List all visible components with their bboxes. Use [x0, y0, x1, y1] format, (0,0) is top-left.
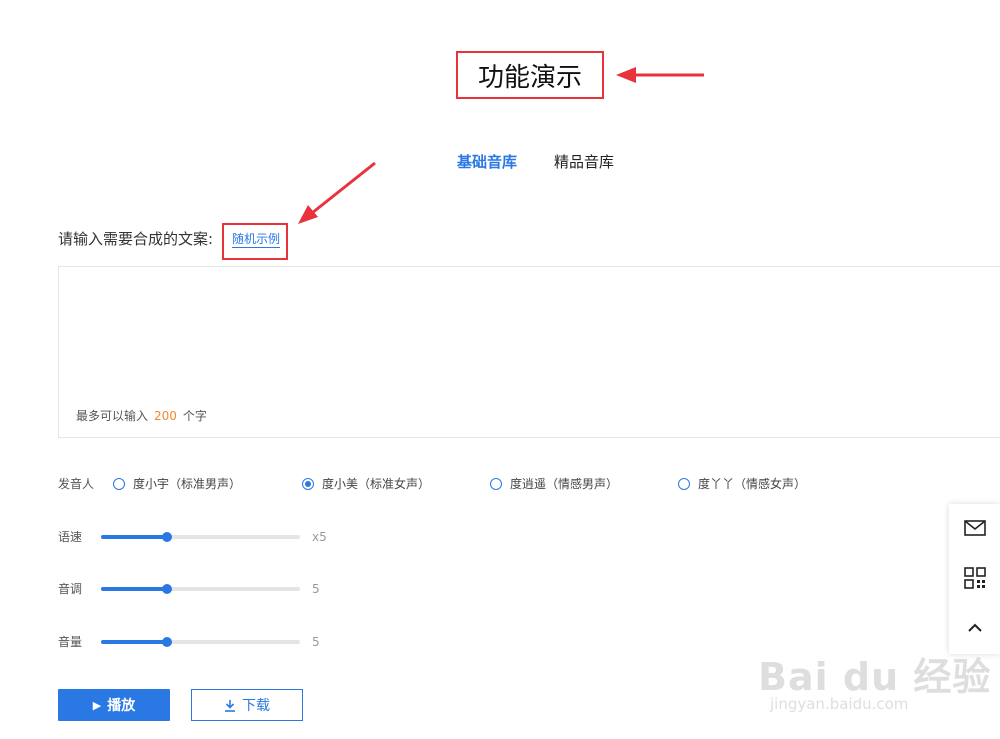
slider-handle[interactable]	[161, 584, 172, 594]
char-limit-value: 200	[154, 409, 177, 423]
speaker-option-xiaoyao[interactable]: 度逍遥（情感男声）	[490, 476, 618, 492]
speaker-option-label: 度丫丫（情感女声）	[698, 477, 807, 491]
speed-value: x5	[312, 530, 327, 544]
tab-basic-library[interactable]: 基础音库	[457, 152, 517, 172]
slider-fill	[101, 587, 167, 591]
speaker-option-label: 度逍遥（情感男声）	[510, 477, 619, 491]
char-limit-prefix: 最多可以输入	[76, 409, 149, 423]
side-toolbar	[949, 504, 1000, 654]
slider-fill	[101, 640, 167, 644]
volume-value: 5	[312, 635, 320, 649]
volume-slider[interactable]	[101, 637, 300, 647]
slider-handle[interactable]	[161, 532, 172, 542]
slider-handle[interactable]	[161, 637, 172, 647]
speed-label: 语速	[58, 530, 83, 544]
tab-premium-library[interactable]: 精品音库	[554, 152, 614, 172]
speaker-option-xiaomei[interactable]: 度小美（标准女声）	[302, 476, 430, 492]
slider-fill	[101, 535, 167, 539]
text-input-label: 请输入需要合成的文案:	[58, 230, 214, 248]
radio-button[interactable]	[678, 478, 690, 490]
volume-label: 音量	[58, 635, 83, 649]
char-limit-suffix: 个字	[182, 409, 207, 423]
speaker-option-xiaoyu[interactable]: 度小宇（标准男声）	[113, 476, 241, 492]
char-limit-hint: 最多可以输入 200 个字	[76, 407, 207, 424]
download-button-label: 下载	[242, 698, 270, 714]
play-button-label: 播放	[107, 698, 136, 714]
speaker-label: 发音人	[58, 477, 95, 491]
mail-icon[interactable]	[949, 508, 1000, 548]
speaker-option-label: 度小宇（标准男声）	[133, 477, 242, 491]
random-annotation-arrow	[298, 161, 376, 224]
speaker-option-yaya[interactable]: 度丫丫（情感女声）	[678, 476, 806, 492]
title-annotation-arrow	[616, 67, 704, 83]
pitch-label: 音调	[58, 582, 83, 596]
speed-slider[interactable]	[101, 532, 300, 542]
watermark-url: jingyan.baidu.com	[770, 695, 909, 713]
radio-selected-dot	[305, 481, 311, 487]
random-example-link[interactable]: 随机示例	[232, 232, 281, 248]
pitch-slider[interactable]	[101, 584, 300, 594]
radio-button-selected[interactable]	[302, 478, 314, 490]
qrcode-icon[interactable]	[949, 558, 1000, 598]
radio-button[interactable]	[113, 478, 125, 490]
back-to-top-icon[interactable]	[949, 608, 1000, 648]
watermark-logo: Bai du 经验	[758, 655, 992, 699]
play-icon: ▶	[92, 698, 102, 712]
download-icon	[224, 699, 236, 712]
download-button[interactable]: 下载	[191, 689, 303, 721]
play-button[interactable]: ▶ 播放	[58, 689, 170, 721]
speaker-option-label: 度小美（标准女声）	[322, 477, 431, 491]
radio-button[interactable]	[490, 478, 502, 490]
pitch-value: 5	[312, 582, 320, 596]
